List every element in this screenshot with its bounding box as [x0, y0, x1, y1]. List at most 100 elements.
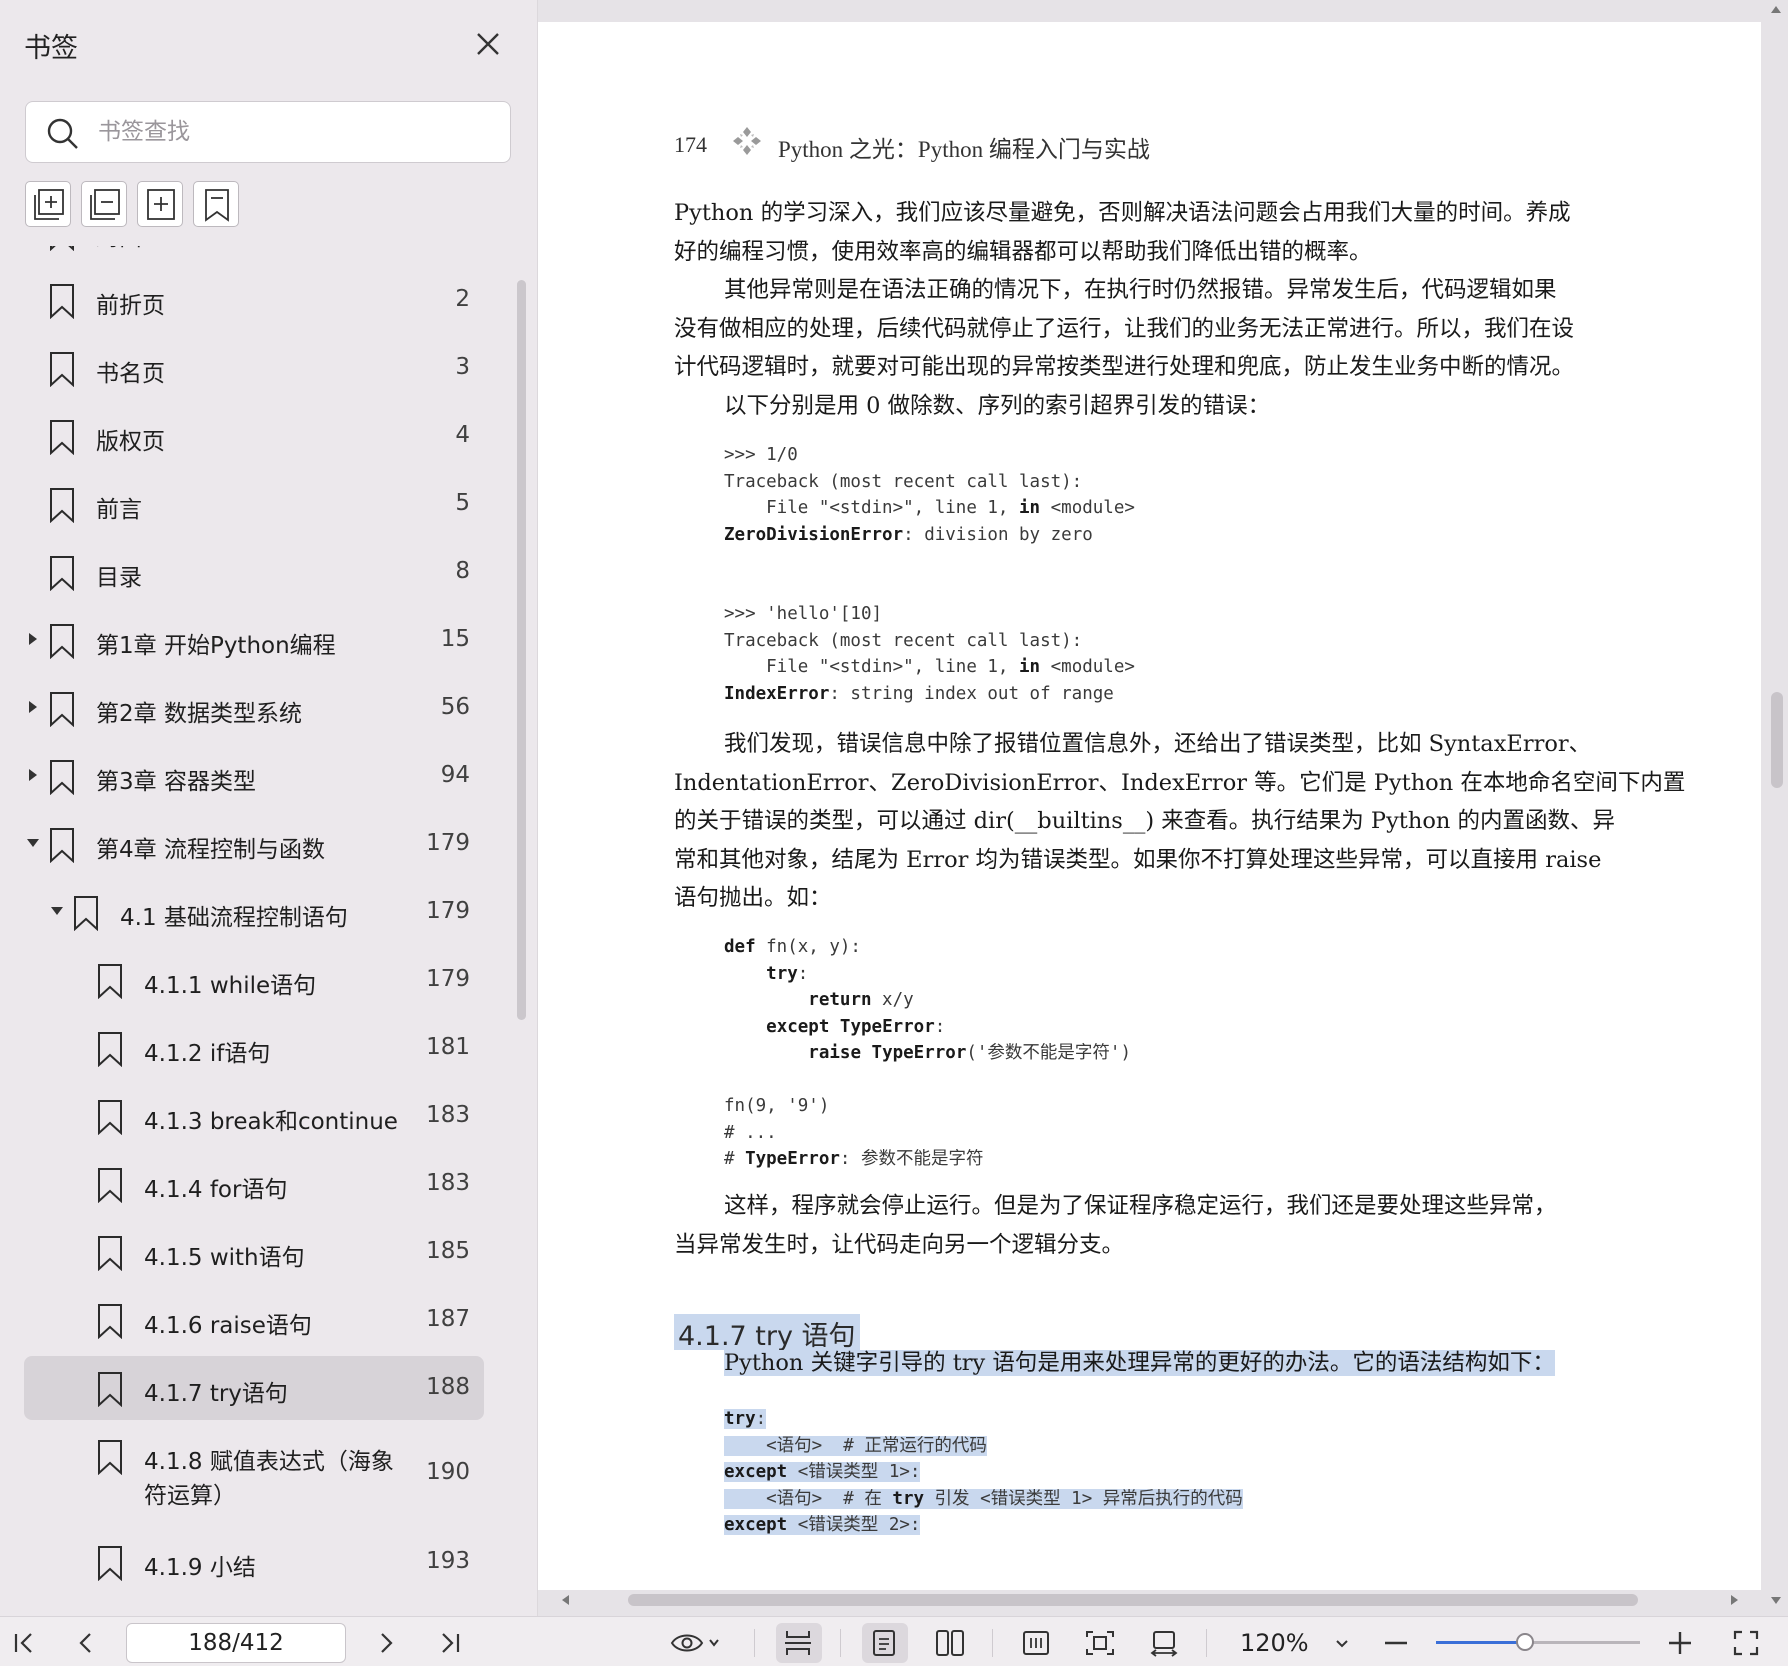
bookmark-item[interactable]: 前折页 2 — [0, 268, 510, 332]
code-line: try: — [724, 1409, 767, 1429]
paragraph-line: Python 的学习深入，我们应该尽量避免，否则解决语法问题会占用我们大量的时间… — [674, 200, 1571, 226]
paragraph-line: IndentationError、ZeroDivisionError、Index… — [674, 769, 1686, 796]
scroll-left-arrow-icon[interactable] — [558, 1592, 574, 1608]
zoom-in-icon[interactable] — [1660, 1623, 1700, 1663]
page-number-input[interactable] — [126, 1623, 346, 1663]
bookmark-page-number: 179 — [426, 830, 470, 856]
code-line: # ... — [724, 1122, 777, 1143]
expand-all-icon[interactable] — [25, 181, 71, 227]
expand-arrow-right-icon[interactable] — [26, 632, 40, 646]
bookmark-item[interactable]: 第2章 数据类型系统 56 — [0, 676, 510, 740]
bookmark-item[interactable]: 4.1.2 if语句 181 — [0, 1016, 510, 1080]
bookmark-item[interactable]: 4.1.1 while语句 179 — [0, 948, 510, 1012]
bookmark-item[interactable]: 4.1.3 break和continue 183 — [0, 1084, 510, 1148]
close-icon[interactable] — [470, 26, 506, 62]
code-line: Traceback (most recent call last): — [724, 471, 1083, 492]
zoom-slider-handle[interactable] — [1515, 1633, 1534, 1651]
fit-page-icon[interactable] — [1078, 1623, 1124, 1663]
toolbar-separator — [754, 1629, 755, 1657]
code-block-errors: >>> 1/0 Traceback (most recent call last)… — [724, 442, 1135, 707]
fit-width-icon[interactable] — [1014, 1623, 1060, 1663]
bookmark-page-number: 4 — [455, 422, 470, 448]
delete-bookmark-icon[interactable] — [193, 181, 239, 227]
zoom-slider-track[interactable] — [1436, 1641, 1640, 1644]
paragraph-6: Python 关键字引导的 try 语句是用来处理异常的更好的办法。它的语法结构… — [724, 1344, 1656, 1383]
bookmark-icon — [98, 1304, 122, 1339]
search-icon — [47, 118, 78, 149]
highlighted-text: Python 关键字引导的 try 语句是用来处理异常的更好的办法。它的语法结构… — [724, 1350, 1555, 1376]
paragraph-4: 我们发现，错误信息中除了报错位置信息外，还给出了错误类型，比如 SyntaxEr… — [674, 725, 1686, 918]
bookmark-item[interactable]: 版权页 4 — [0, 404, 510, 468]
bookmark-search-input[interactable] — [98, 112, 498, 152]
bookmark-item[interactable]: 第4章 流程控制与函数 179 — [0, 812, 510, 876]
previous-page-icon[interactable] — [66, 1623, 106, 1663]
code-line: >>> 'hello'[10] — [724, 604, 883, 624]
zoom-dropdown-chevron-icon[interactable] — [1326, 1623, 1356, 1663]
expand-arrow-down-icon[interactable] — [26, 836, 40, 850]
scroll-up-arrow-icon[interactable] — [1768, 2, 1784, 18]
bookmark-label: 第2章 数据类型系统 — [96, 701, 302, 727]
bookmark-item[interactable]: 4.1.5 with语句 185 — [0, 1220, 510, 1284]
bookmark-page-number: 188 — [426, 1374, 470, 1400]
continuous-scroll-icon[interactable] — [776, 1623, 822, 1663]
bookmark-item[interactable]: 封面1 — [0, 246, 510, 264]
code-line: File "<stdin>", line 1, in <module> — [724, 657, 1135, 677]
rotate-page-icon[interactable] — [1142, 1623, 1188, 1663]
bookmark-item[interactable]: 第1章 开始Python编程 15 — [0, 608, 510, 672]
scroll-right-arrow-icon[interactable] — [1726, 1592, 1742, 1608]
code-line: except <错误类型 2>: — [724, 1515, 921, 1535]
bookmark-item[interactable]: 4.1.9 小结 193 — [0, 1530, 510, 1594]
collapse-all-icon[interactable] — [81, 181, 127, 227]
scroll-down-arrow-icon[interactable] — [1768, 1592, 1784, 1608]
first-page-icon[interactable] — [4, 1623, 44, 1663]
next-page-icon[interactable] — [366, 1623, 406, 1663]
bookmark-scrollbar[interactable] — [517, 280, 526, 1020]
vertical-scrollbar[interactable] — [1771, 692, 1783, 788]
bookmark-page-number: 185 — [426, 1238, 470, 1264]
code-block-raise: def fn(x, y): try: return x/y except Typ… — [724, 934, 1131, 1173]
zoom-level[interactable]: 120% — [1240, 1629, 1309, 1657]
expand-arrow-right-icon[interactable] — [26, 700, 40, 714]
horizontal-scrollbar[interactable] — [628, 1594, 1638, 1606]
bookmark-label: 前言 — [96, 497, 142, 523]
two-page-icon[interactable] — [928, 1623, 974, 1663]
bookmark-page-number: 94 — [440, 762, 470, 788]
bookmark-icon — [50, 692, 74, 727]
add-bookmark-icon[interactable] — [137, 181, 183, 227]
paragraph-line: 这样，程序就会停止运行。但是为了保证程序稳定运行，我们还是要处理这些异常， — [724, 1193, 1557, 1219]
bookmark-item[interactable]: 4.1.8 赋值表达式（海象 符运算） 190 — [0, 1424, 510, 1530]
bookmark-panel-title: 书签 — [24, 33, 78, 64]
zoom-slider-fill — [1436, 1641, 1526, 1644]
bookmark-item[interactable]: 书名页 3 — [0, 336, 510, 400]
bookmark-icon — [50, 420, 74, 455]
bookmark-item[interactable]: 4.1.6 raise语句 187 — [0, 1288, 510, 1352]
last-page-icon[interactable] — [430, 1623, 470, 1663]
bookmark-item[interactable]: 4.1 基础流程控制语句 179 — [0, 880, 510, 944]
code-block-try-syntax: try: <语句> # 正常运行的代码 except <错误类型 1>: <语句>… — [724, 1406, 1243, 1539]
bookmark-search-box — [25, 101, 511, 163]
code-line: raise TypeError('参数不能是字符') — [808, 1043, 1132, 1063]
expand-arrow-right-icon[interactable] — [26, 768, 40, 782]
expand-arrow-down-icon[interactable] — [50, 904, 64, 918]
bookmark-icon — [50, 284, 74, 319]
view-mode-eye-icon[interactable] — [664, 1623, 728, 1663]
fullscreen-icon[interactable] — [1726, 1623, 1766, 1663]
single-page-icon[interactable] — [862, 1623, 908, 1663]
bookmark-panel: 书签 封面1 前折页 2 书名页 3 版权页 4 前言 5 目录 8 第1章 开始Python编程 15… — [0, 0, 538, 1616]
bookmark-item[interactable]: 第3章 容器类型 94 — [0, 744, 510, 808]
bookmark-page-number: 181 — [426, 1034, 470, 1060]
bookmark-item[interactable]: 4.1.7 try语句 188 — [24, 1356, 484, 1420]
zoom-out-icon[interactable] — [1376, 1623, 1416, 1663]
bookmark-label: 4.1.2 if语句 — [144, 1041, 271, 1067]
code-line: try: — [766, 963, 809, 984]
bookmark-icon — [98, 964, 122, 999]
code-line: Traceback (most recent call last): — [724, 630, 1083, 651]
bookmark-page-number: 2 — [455, 286, 470, 312]
code-line: <语句> # 正常运行的代码 — [724, 1435, 987, 1456]
bookmark-item[interactable]: 4.1.4 for语句 183 — [0, 1152, 510, 1216]
bookmark-item[interactable]: 前言 5 — [0, 472, 510, 536]
code-line: >>> 1/0 — [724, 445, 798, 465]
bookmark-item[interactable]: 目录 8 — [0, 540, 510, 604]
page-header-number: 174 — [674, 132, 707, 157]
bookmark-page-number: 56 — [440, 694, 470, 720]
